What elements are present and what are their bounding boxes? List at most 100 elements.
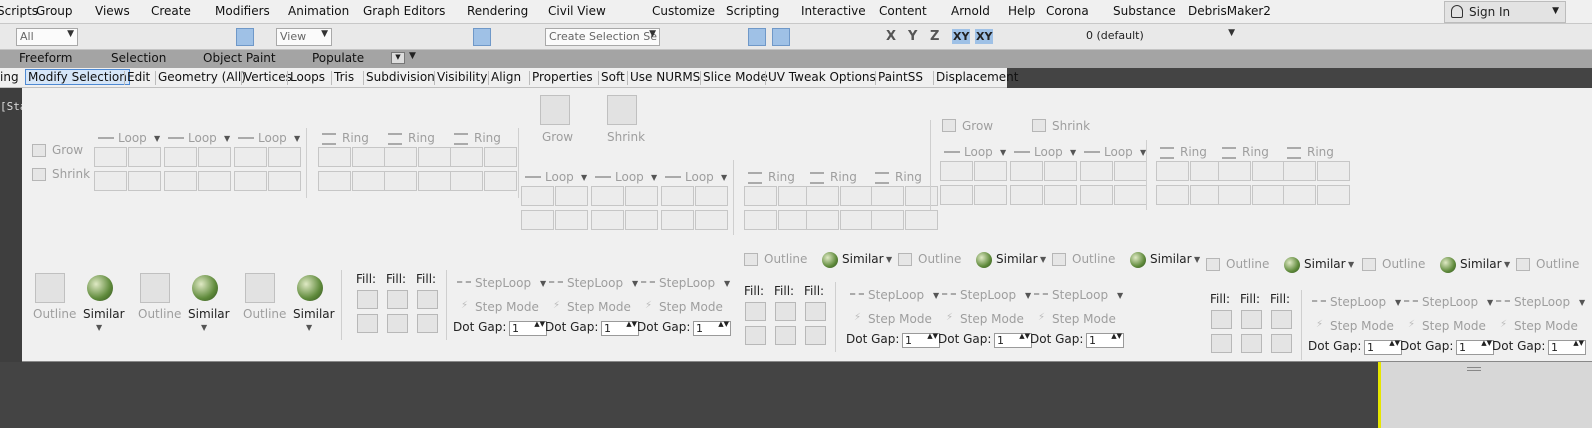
subtab-subdivision[interactable]: Subdivision <box>366 70 435 84</box>
menu-item-create[interactable]: Create <box>151 4 191 18</box>
spinner-arrows-icon[interactable]: ▲▼ <box>1389 340 1400 347</box>
outline-large-icon[interactable] <box>35 273 65 303</box>
loop-options-button[interactable] <box>591 210 624 230</box>
similar-sphere-icon[interactable] <box>822 252 838 268</box>
fill-select-button[interactable] <box>805 302 826 321</box>
spinner-arrows-icon[interactable]: ▲▼ <box>718 321 729 328</box>
loop-select-button[interactable] <box>555 210 588 230</box>
toolbar-tool-icon[interactable] <box>1346 28 1364 46</box>
similar-sphere-icon[interactable] <box>297 275 323 301</box>
similar-sphere-icon[interactable] <box>1440 257 1456 273</box>
ribbon-options-icon[interactable]: ▼ <box>391 52 405 64</box>
menu-item-graph-editors[interactable]: Graph Editors <box>363 4 445 18</box>
subtab-vertices[interactable]: Vertices <box>244 70 292 84</box>
toolbar-tool-icon[interactable] <box>1434 28 1452 46</box>
toolbar-tool-icon[interactable] <box>426 28 444 46</box>
ring-options-button[interactable] <box>1156 185 1189 205</box>
axis-constraint-z-button[interactable]: Z <box>930 29 939 44</box>
toolbar-tool-icon[interactable] <box>1462 28 1480 46</box>
menu-item-scripting[interactable]: Scripting <box>726 4 779 18</box>
loop-select-button[interactable] <box>695 210 728 230</box>
outline-icon[interactable] <box>1206 258 1220 271</box>
named-selection-set-dropdown[interactable]: Create Selection Se ▼ <box>545 28 660 46</box>
grow-icon[interactable] <box>942 119 956 132</box>
toolbar-tool-icon[interactable] <box>350 28 368 46</box>
menu-item-arnold[interactable]: Arnold <box>951 4 990 18</box>
outline-icon[interactable] <box>1052 253 1066 266</box>
loop-options-button[interactable] <box>661 210 694 230</box>
fill-deselect-button[interactable] <box>417 314 438 333</box>
spinner-arrows-icon[interactable]: ▲▼ <box>1019 333 1030 340</box>
spinner-arrows-icon[interactable]: ▲▼ <box>927 333 938 340</box>
fill-deselect-button[interactable] <box>805 326 826 345</box>
loop-select-button[interactable] <box>1114 185 1147 205</box>
reference-coordinate-dropdown[interactable]: View ▼ <box>276 28 332 46</box>
dot-gap-spinner[interactable]: 1 ▲▼ <box>1548 340 1586 355</box>
subtab-align[interactable]: Align <box>491 70 521 84</box>
toolbar-tool-icon[interactable] <box>520 28 538 46</box>
ring-options-button[interactable] <box>384 171 417 191</box>
ring-select-button[interactable] <box>905 210 938 230</box>
ring-select-button[interactable] <box>352 171 385 191</box>
toolbar-tool-icon[interactable] <box>473 28 491 46</box>
fill-select-button[interactable] <box>775 302 796 321</box>
outline-large-icon[interactable] <box>140 273 170 303</box>
axis-constraint-xy-alt-button[interactable]: XY <box>975 29 994 44</box>
toolbar-tool-icon[interactable] <box>108 28 126 46</box>
subtab-edit[interactable]: Edit <box>127 70 150 84</box>
toolbar-tool-icon[interactable] <box>403 28 421 46</box>
ring-grow-button[interactable] <box>806 186 839 206</box>
loop-grow-button[interactable] <box>661 186 694 206</box>
subtab-visibility[interactable]: Visibility <box>437 70 487 84</box>
dot-gap-spinner[interactable]: 1 ▲▼ <box>902 333 940 348</box>
similar-sphere-icon[interactable] <box>192 275 218 301</box>
ring-shrink-button[interactable] <box>484 147 517 167</box>
menu-item-corona[interactable]: Corona <box>1046 4 1089 18</box>
fill-select-button[interactable] <box>1211 310 1232 329</box>
ring-grow-button[interactable] <box>1156 161 1189 181</box>
toolbar-tool-icon[interactable] <box>236 28 254 46</box>
sign-in-button[interactable]: Sign In ▼ <box>1444 1 1566 23</box>
ring-shrink-button[interactable] <box>840 186 873 206</box>
ring-select-button[interactable] <box>484 171 517 191</box>
ribbon-tab-populate[interactable]: Populate <box>312 51 364 65</box>
dot-gap-spinner[interactable]: 1 ▲▼ <box>1364 340 1402 355</box>
loop-grow-button[interactable] <box>1010 161 1043 181</box>
shrink-icon[interactable] <box>1032 119 1046 132</box>
loop-select-button[interactable] <box>128 171 161 191</box>
ring-grow-button[interactable] <box>318 147 351 167</box>
subtab-paintss[interactable]: PaintSS <box>878 70 923 84</box>
loop-grow-button[interactable] <box>234 147 267 167</box>
loop-shrink-button[interactable] <box>198 147 231 167</box>
ring-options-button[interactable] <box>871 210 904 230</box>
fill-select-button[interactable] <box>1271 310 1292 329</box>
toolbar-tool-icon[interactable] <box>698 28 716 46</box>
toolbar-tool-icon[interactable] <box>1252 28 1270 46</box>
subtab-soft[interactable]: Soft <box>601 70 625 84</box>
ring-options-button[interactable] <box>450 171 483 191</box>
toolbar-tool-icon[interactable] <box>1010 28 1028 46</box>
toolbar-tool-icon[interactable] <box>258 28 276 46</box>
fill-deselect-button[interactable] <box>357 314 378 333</box>
fill-select-button[interactable] <box>357 290 378 309</box>
toolbar-tool-icon[interactable] <box>1406 28 1424 46</box>
dot-gap-spinner[interactable]: 1 ▲▼ <box>693 321 731 336</box>
toolbar-tool-icon[interactable] <box>748 28 766 46</box>
subtab-slice-mode[interactable]: Slice Mode <box>703 70 768 84</box>
toolbar-tool-icon[interactable] <box>844 28 862 46</box>
ribbon-tab-selection[interactable]: Selection <box>111 51 166 65</box>
grow-icon[interactable] <box>32 144 46 157</box>
spinner-arrows-icon[interactable]: ▲▼ <box>1111 333 1122 340</box>
ribbon-tab-freeform[interactable]: Freeform <box>19 51 72 65</box>
menu-item-civil-view[interactable]: Civil View <box>548 4 606 18</box>
loop-select-button[interactable] <box>1044 185 1077 205</box>
dot-gap-spinner[interactable]: 1 ▲▼ <box>1086 333 1124 348</box>
loop-options-button[interactable] <box>940 185 973 205</box>
toolbar-tool-icon[interactable] <box>148 28 166 46</box>
outline-icon[interactable] <box>1362 258 1376 271</box>
fill-select-button[interactable] <box>387 290 408 309</box>
menu-item-scripts[interactable]: Scripts <box>0 4 38 18</box>
loop-select-button[interactable] <box>974 185 1007 205</box>
ring-shrink-button[interactable] <box>905 186 938 206</box>
fill-deselect-button[interactable] <box>745 326 766 345</box>
